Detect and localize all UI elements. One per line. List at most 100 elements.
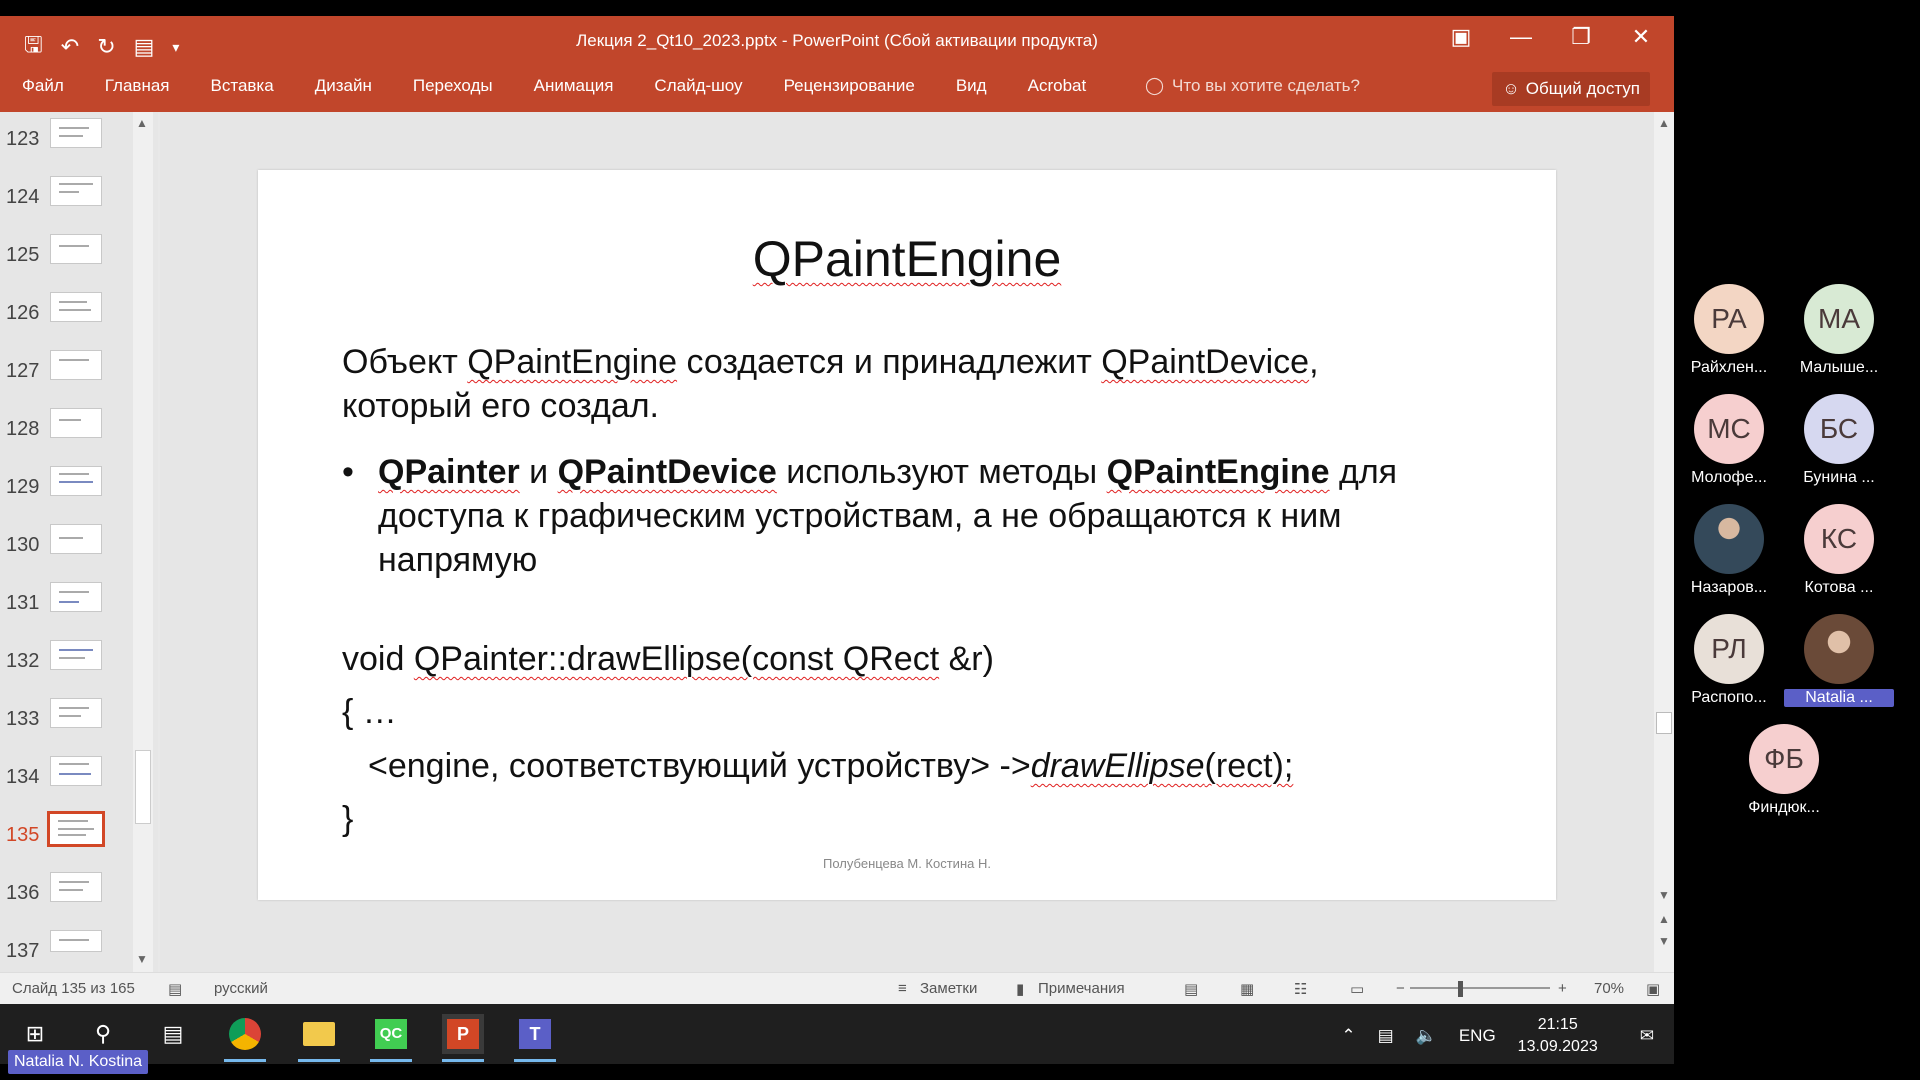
thumbnail-number: 128 (6, 418, 40, 440)
volume-icon[interactable]: 🔈 (1416, 1026, 1437, 1046)
reading-view-icon[interactable]: ☷ (1294, 980, 1307, 998)
powerpoint-icon[interactable]: P (442, 1014, 484, 1062)
thumbnail-scrollbar[interactable]: ▲ ▼ (133, 112, 153, 972)
thumbnail-137[interactable]: 137 (0, 924, 140, 978)
tab-insert[interactable]: Вставка (211, 76, 274, 96)
tell-me-box[interactable]: ◯ Что вы хотите сделать? (1145, 76, 1360, 96)
notes-button[interactable]: Заметки (920, 980, 977, 997)
input-language[interactable]: ENG (1459, 1026, 1496, 1046)
zoom-slider-track[interactable] (1410, 987, 1550, 989)
accessibility-icon[interactable]: ▤ (168, 980, 182, 998)
zoom-slider-thumb[interactable] (1458, 981, 1463, 997)
bullet-verb: используют методы (776, 453, 1107, 491)
slide-canvas[interactable]: QPaintEngine Объект QPaintEngine создает… (258, 170, 1556, 900)
qt-creator-icon[interactable]: QC (370, 1014, 412, 1062)
share-button[interactable]: ☺ Общий доступ (1492, 72, 1650, 106)
scroll-thumb[interactable] (1656, 712, 1672, 734)
thumbnail-image (50, 698, 102, 728)
zoom-out-icon[interactable]: − (1396, 980, 1405, 997)
participant-tile[interactable]: БС Бунина ... (1784, 394, 1894, 494)
tab-home[interactable]: Главная (105, 76, 170, 96)
code-line-2[interactable]: { … (342, 693, 397, 732)
normal-view-icon[interactable]: ▤ (1184, 980, 1198, 998)
slideshow-view-icon[interactable]: ▭ (1350, 980, 1364, 998)
previous-slide-icon[interactable]: ▲ (1658, 912, 1670, 926)
comments-button[interactable]: Примечания (1038, 980, 1125, 997)
ribbon-display-options-icon[interactable]: ▣ (1446, 24, 1476, 50)
chrome-icon[interactable] (224, 1014, 266, 1062)
code-line-3[interactable]: <engine, соответствующий устройству> ->d… (368, 747, 1293, 786)
thumbnail-132[interactable]: 132 (0, 634, 140, 688)
thumbnail-127[interactable]: 127 (0, 344, 140, 398)
thumbnail-126[interactable]: 126 (0, 286, 140, 340)
participant-tile[interactable]: ФБ Финдюк... (1729, 724, 1839, 824)
slide-title[interactable]: QPaintEngine (258, 230, 1556, 288)
share-label: Общий доступ (1525, 79, 1640, 98)
p1-text: Объект (342, 343, 468, 381)
participant-tile[interactable]: РЛ Распопо... (1674, 614, 1784, 714)
thumbnail-135-active[interactable]: 135 (0, 808, 140, 862)
participant-name: Малыше... (1799, 359, 1879, 376)
thumbnail-129[interactable]: 129 (0, 460, 140, 514)
thumbnail-130[interactable]: 130 (0, 518, 140, 572)
code-line-4[interactable]: } (342, 800, 353, 839)
thumbnail-128[interactable]: 128 (0, 402, 140, 456)
participant-tile[interactable]: КС Котова ... (1784, 504, 1894, 604)
teams-icon[interactable]: T (514, 1014, 556, 1062)
zoom-level[interactable]: 70% (1594, 980, 1624, 997)
ribbon-tabs: Файл Главная Вставка Дизайн Переходы Ани… (0, 66, 1674, 112)
clock[interactable]: 21:15 13.09.2023 (1518, 1014, 1598, 1058)
thumbnail-124[interactable]: 124 (0, 170, 140, 224)
participant-tile[interactable]: Назаров... (1674, 504, 1784, 604)
restore-button[interactable]: ❐ (1566, 24, 1596, 50)
paragraph-1[interactable]: Объект QPaintEngine создается и принадле… (342, 340, 1492, 428)
tab-view[interactable]: Вид (956, 76, 987, 96)
scroll-up-icon[interactable]: ▲ (1658, 116, 1670, 130)
tab-animations[interactable]: Анимация (534, 76, 614, 96)
thumbnail-125[interactable]: 125 (0, 228, 140, 282)
windows-start-icon[interactable]: ⊞ (14, 1014, 56, 1054)
scroll-down-icon[interactable]: ▼ (1658, 888, 1670, 902)
language-indicator[interactable]: русский (214, 980, 268, 997)
task-view-icon[interactable]: ▤ (152, 1014, 194, 1054)
scroll-up-icon[interactable]: ▲ (136, 116, 148, 130)
next-slide-icon[interactable]: ▼ (1658, 934, 1670, 948)
tab-design[interactable]: Дизайн (315, 76, 372, 96)
screen: 🖫 ↶ ↻ ▤ ▾ Лекция 2_Qt10_2023.pptx - Powe… (0, 0, 1920, 1080)
participant-tile[interactable]: МС Молофе... (1674, 394, 1784, 494)
thumbnail-image (47, 811, 105, 847)
thumbnail-123[interactable]: 123 (0, 112, 140, 166)
thumbnail-image (50, 466, 102, 496)
tab-review[interactable]: Рецензирование (784, 76, 915, 96)
thumbnail-131[interactable]: 131 (0, 576, 140, 630)
participant-tile[interactable]: РА Райхлен... (1674, 284, 1784, 384)
code-args: (rect); (1204, 747, 1294, 785)
thumbnail-133[interactable]: 133 (0, 692, 140, 746)
tab-acrobat[interactable]: Acrobat (1028, 76, 1087, 96)
participant-tile[interactable]: МА Малыше... (1784, 284, 1894, 384)
running-indicator (514, 1059, 556, 1062)
file-explorer-icon[interactable] (298, 1014, 340, 1062)
minimize-button[interactable]: — (1506, 24, 1536, 50)
fit-to-window-icon[interactable]: ▣ (1646, 980, 1660, 998)
tab-file[interactable]: Файл (22, 76, 64, 96)
participant-name: Котова ... (1804, 579, 1874, 596)
code-line-1[interactable]: void QPainter::drawEllipse(const QRect &… (342, 640, 994, 679)
search-icon[interactable]: ⚲ (82, 1014, 124, 1054)
tab-transitions[interactable]: Переходы (413, 76, 493, 96)
scroll-down-icon[interactable]: ▼ (136, 952, 148, 966)
chevron-up-icon[interactable]: ⌃ (1341, 1026, 1355, 1046)
close-button[interactable]: ✕ (1626, 24, 1656, 50)
thumbnail-134[interactable]: 134 (0, 750, 140, 804)
scroll-thumb[interactable] (135, 750, 151, 824)
slide-sorter-icon[interactable]: ▦ (1240, 980, 1254, 998)
thumbnail-number: 131 (6, 592, 40, 614)
clock-date: 13.09.2023 (1517, 1038, 1598, 1055)
notifications-icon[interactable]: ✉ (1640, 1026, 1654, 1046)
slide-scrollbar[interactable]: ▲ ▼ ▲ ▼ (1654, 112, 1674, 972)
zoom-in-icon[interactable]: + (1558, 980, 1567, 997)
participant-tile-active-speaker[interactable]: Natalia ... (1784, 614, 1894, 714)
tab-slideshow[interactable]: Слайд-шоу (654, 76, 742, 96)
thumbnail-136[interactable]: 136 (0, 866, 140, 920)
network-icon[interactable]: ▤ (1378, 1026, 1394, 1046)
